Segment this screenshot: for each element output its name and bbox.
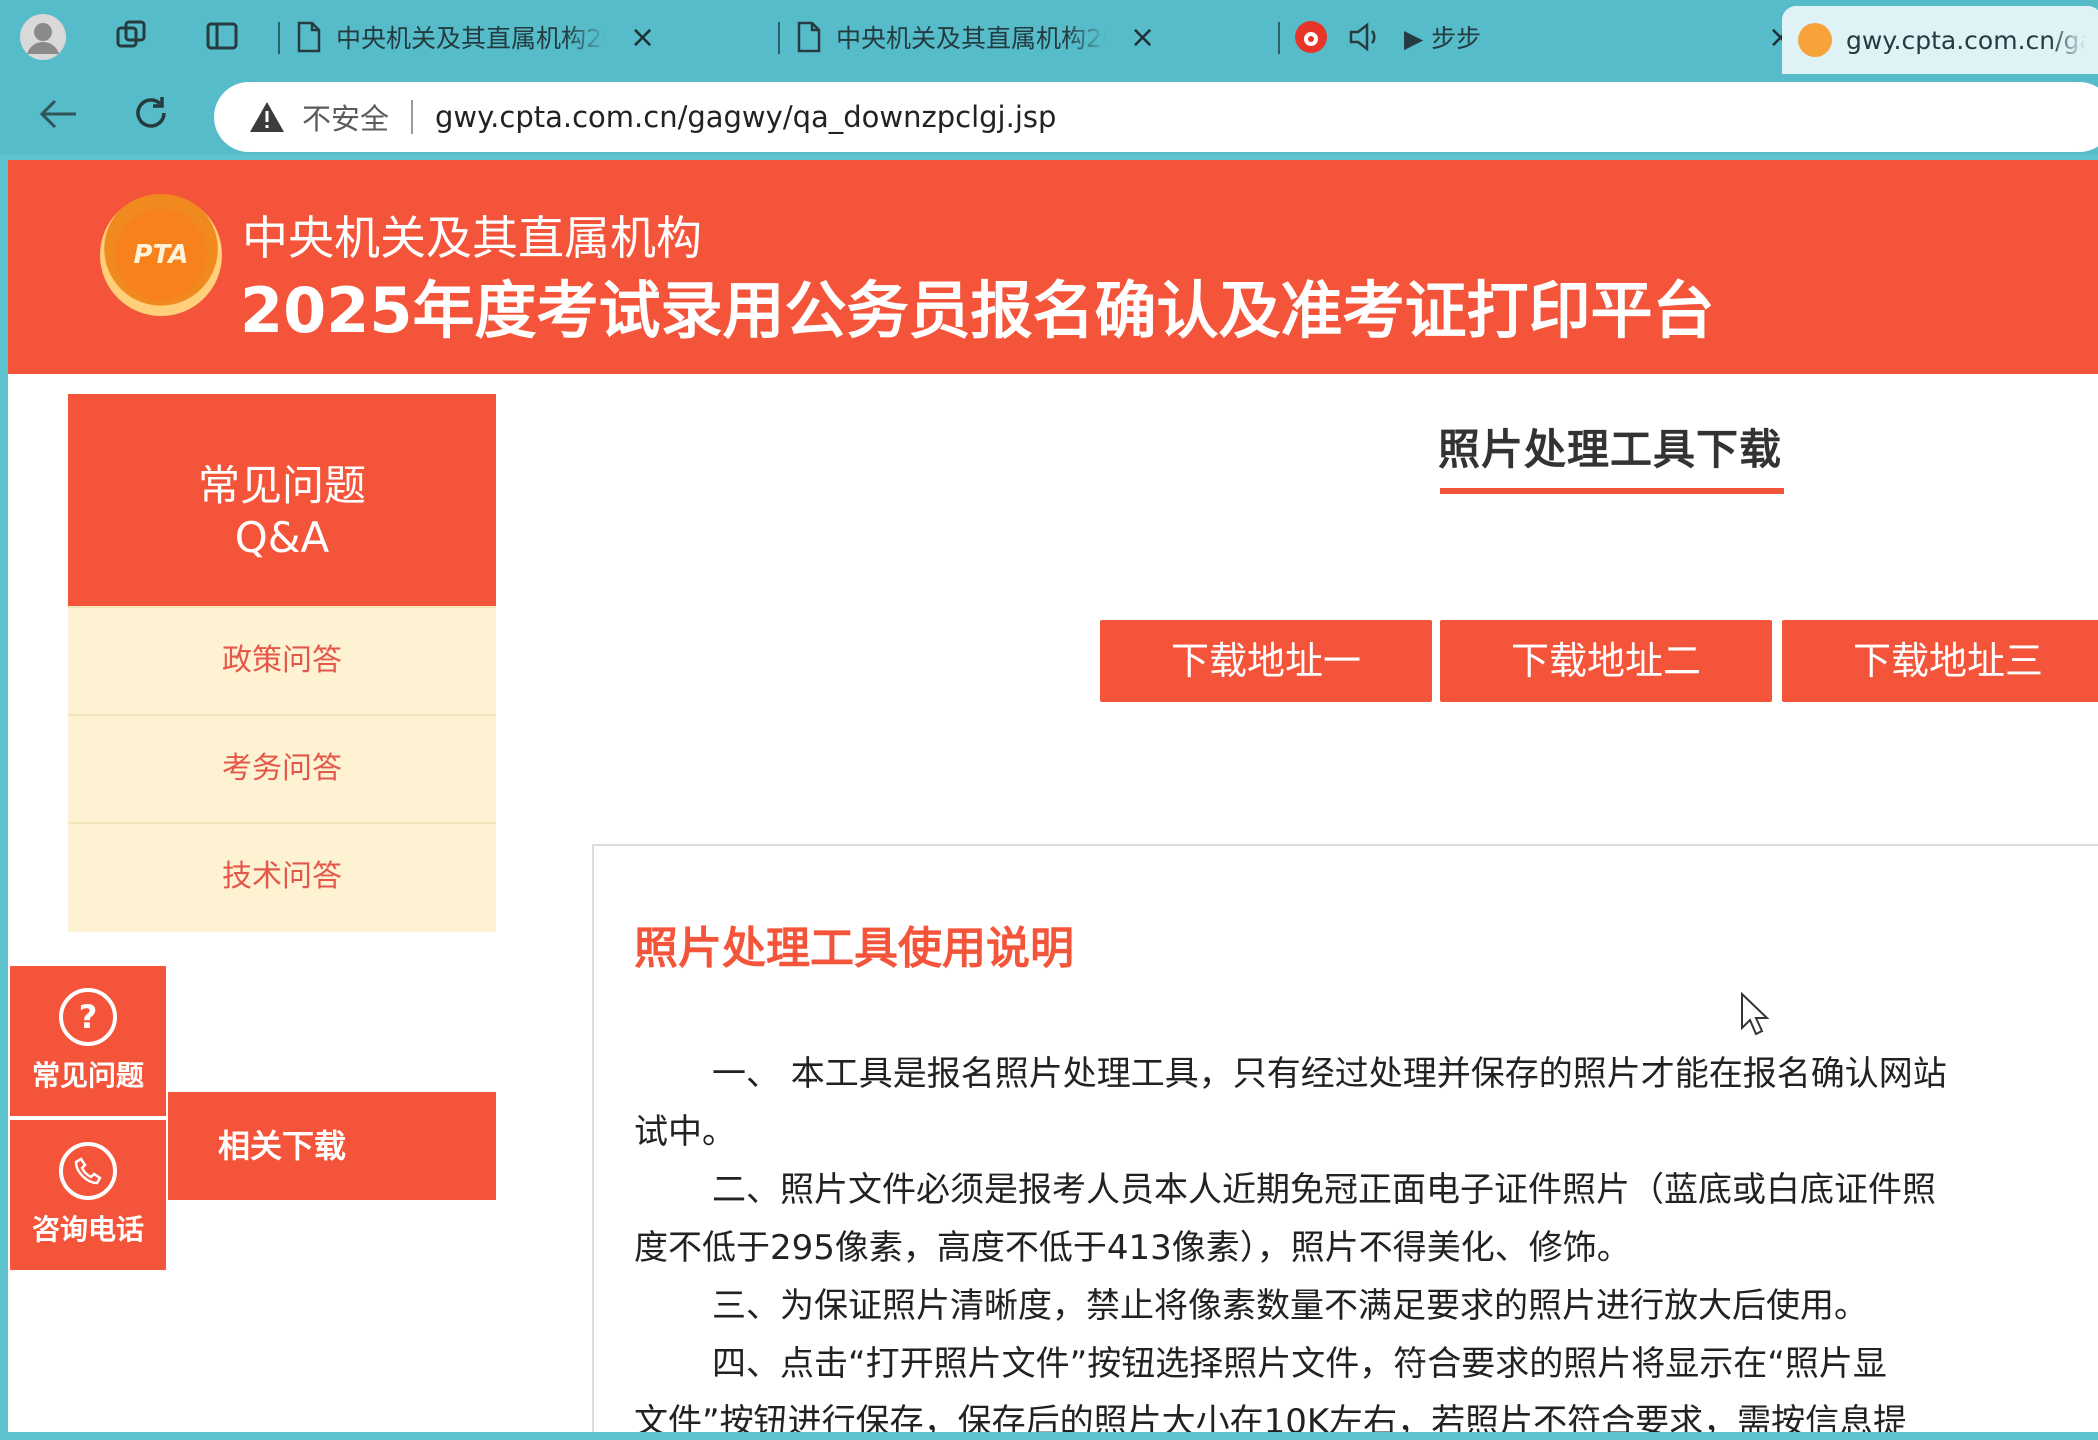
browser-tab-3[interactable]: ▶ 步步 × [1294, 10, 1793, 64]
profile-avatar-icon[interactable] [18, 12, 68, 62]
security-status[interactable]: 不安全 [302, 96, 389, 138]
browser-tab-bar: 中央机关及其直属机构2025年度 × 中央机关及其直属机构2025年度 × ▶ … [0, 0, 2098, 74]
sidebar-header: 常见问题 Q&A [68, 394, 496, 606]
close-tab-icon[interactable]: × [630, 20, 655, 55]
tab-title: 中央机关及其直属机构2025年度 [336, 24, 606, 53]
instruction-paragraph: 二、照片文件必须是报考人员本人近期免冠正面电子证件照片（蓝底或白底证件照 [712, 1170, 1936, 1210]
page-icon [297, 21, 321, 53]
mouse-cursor-icon [1740, 991, 1770, 1040]
instructions-title: 照片处理工具使用说明 [634, 923, 1074, 974]
sidebar-header-en: Q&A [234, 513, 330, 562]
back-icon[interactable] [36, 94, 80, 134]
browser-tab-1[interactable]: 中央机关及其直属机构2025年度 × [296, 10, 655, 64]
sidebar-item-policy[interactable]: 政策问答 [68, 606, 496, 714]
question-icon: ? [59, 988, 117, 1046]
workspaces-icon[interactable] [112, 16, 152, 56]
tab-separator [778, 22, 780, 54]
tab-actions-icon[interactable] [202, 16, 242, 56]
web-page: PTA 中央机关及其直属机构 2025年度考试录用公务员报名确认及准考证打印平台… [8, 160, 2098, 1432]
tab-separator [1278, 22, 1280, 54]
title-underline [1440, 488, 1784, 494]
reload-icon[interactable] [128, 90, 174, 136]
close-tab-icon[interactable]: × [1130, 20, 1155, 55]
download-button-3[interactable]: 下载地址三 [1782, 620, 2098, 702]
site-banner: PTA 中央机关及其直属机构 2025年度考试录用公务员报名确认及准考证打印平台 [8, 160, 2098, 374]
float-faq-button[interactable]: ? 常见问题 [8, 964, 168, 1118]
url-text[interactable]: gwy.cpta.com.cn/gagwy/qa_downzpclgj.jsp [435, 100, 1056, 134]
pta-logo: PTA [100, 194, 222, 316]
sidebar-item-technical[interactable]: 技术问答 [68, 822, 496, 932]
download-button-1[interactable]: 下载地址一 [1100, 620, 1432, 702]
divider [411, 100, 414, 134]
tab-title: gwy.cpta.com.cn/gagwy/qa_downzpclgj.jsp [1846, 25, 2086, 55]
instruction-paragraph: 一、 本工具是报名照片处理工具，只有经过处理并保存的照片才能在报名确认网站 [712, 1054, 1947, 1094]
site-subtitle: 中央机关及其直属机构 [242, 211, 702, 265]
float-phone-label: 咨询电话 [31, 1213, 144, 1246]
instructions-panel: 照片处理工具使用说明 一、 本工具是报名照片处理工具，只有经过处理并保存的照片才… [592, 844, 2098, 1432]
page-title: 照片处理工具下载 [1438, 425, 1783, 474]
page-icon [797, 21, 821, 53]
download-button-2[interactable]: 下载地址二 [1440, 620, 1772, 702]
speaker-icon[interactable] [1348, 21, 1384, 53]
sidebar-item-exam-affairs[interactable]: 考务问答 [68, 714, 496, 822]
tab-title: 中央机关及其直属机构2025年度 [836, 24, 1106, 53]
address-bar[interactable]: 不安全 gwy.cpta.com.cn/gagwy/qa_downzpclgj.… [214, 82, 2098, 152]
instruction-paragraph: 四、点击“打开照片文件”按钮选择照片文件，符合要求的照片将显示在“照片显 [712, 1344, 1887, 1384]
phone-icon [59, 1142, 117, 1200]
warning-icon[interactable] [248, 100, 286, 134]
float-faq-label: 常见问题 [31, 1059, 144, 1092]
browser-tab-2[interactable]: 中央机关及其直属机构2025年度 × [796, 10, 1155, 64]
sidebar-header-cn: 常见问题 [197, 461, 366, 510]
browser-tab-active[interactable]: gwy.cpta.com.cn/gagwy/qa_downzpclgj.jsp [1782, 6, 2098, 74]
site-favicon-icon [1798, 23, 1832, 57]
tab-separator [278, 22, 280, 54]
weibo-icon [1295, 21, 1327, 53]
site-title: 2025年度考试录用公务员报名确认及准考证打印平台 [240, 274, 1715, 347]
instruction-paragraph: 文件”按钮进行保存，保存后的照片大小在10K左右，若照片不符合要求，需按信息提 [634, 1402, 1908, 1432]
instruction-paragraph: 度不低于295像素，高度不低于413像素），照片不得美化、修饰。 [634, 1228, 1631, 1268]
logo-text: PTA [115, 209, 207, 301]
float-phone-button[interactable]: 咨询电话 [8, 1118, 168, 1272]
tab-title: ▶ 步步 [1404, 24, 1482, 53]
instruction-paragraph: 试中。 [634, 1112, 736, 1152]
instruction-paragraph: 三、为保证照片清晰度，禁止将像素数量不满足要求的照片进行放大后使用。 [712, 1286, 1868, 1326]
